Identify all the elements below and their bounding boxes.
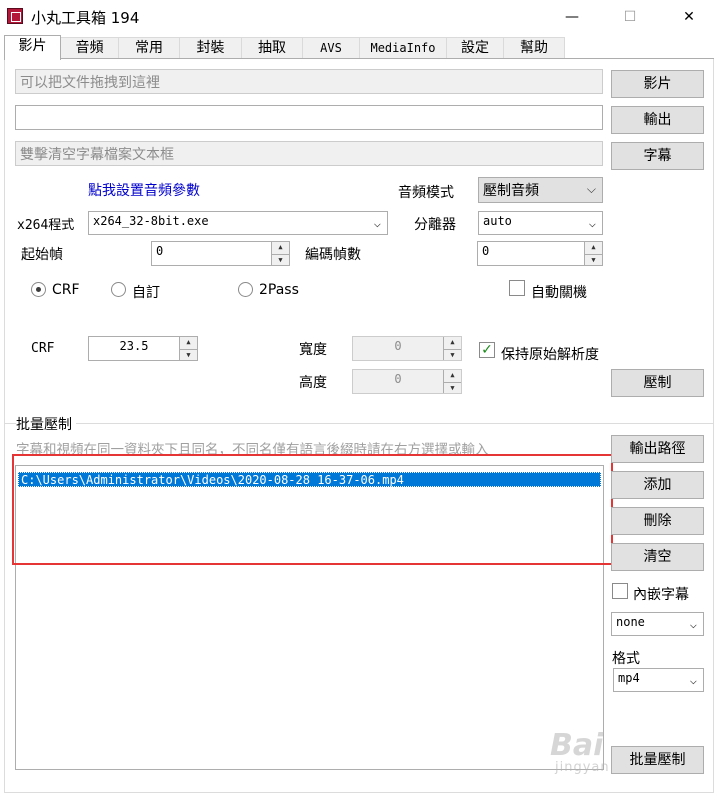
auto-shutdown-label: 自動關機 bbox=[531, 285, 587, 301]
chevron-down-icon: ⌵ bbox=[588, 216, 596, 230]
tab-video[interactable]: 影片 bbox=[4, 35, 61, 60]
splitter-select[interactable]: auto ⌵ bbox=[478, 211, 603, 235]
arrow-up-icon[interactable]: ▲ bbox=[444, 337, 461, 350]
tab-help[interactable]: 幫助 bbox=[503, 37, 565, 59]
height-label: 高度 bbox=[299, 375, 327, 391]
audio-settings-link[interactable]: 點我設置音頻參數 bbox=[88, 180, 200, 200]
clear-button[interactable]: 清空 bbox=[611, 543, 704, 571]
delete-button[interactable]: 刪除 bbox=[611, 507, 704, 535]
splitter-value: auto bbox=[483, 214, 512, 228]
close-button[interactable]: ✕ bbox=[659, 0, 719, 34]
width-label: 寬度 bbox=[299, 342, 327, 358]
format-label: 格式 bbox=[612, 651, 640, 667]
video-input-field[interactable]: 可以把文件拖拽到這裡 bbox=[15, 69, 603, 94]
chevron-down-icon: ⌵ bbox=[586, 182, 596, 196]
stepper-buttons[interactable]: ▲ ▼ bbox=[179, 337, 197, 360]
highlight-frame bbox=[12, 454, 613, 565]
chevron-down-icon: ⌵ bbox=[689, 617, 697, 631]
batch-group-label: 批量壓制 bbox=[16, 414, 76, 434]
crf-stepper[interactable]: 23.5 ▲ ▼ bbox=[88, 336, 198, 361]
tab-settings[interactable]: 設定 bbox=[446, 37, 504, 59]
audio-mode-label: 音頻模式 bbox=[398, 185, 454, 201]
title-bar: 小丸工具箱 194 — ☐ ✕ bbox=[0, 0, 719, 34]
format-select[interactable]: mp4 ⌵ bbox=[613, 668, 704, 692]
x264-value: x264_32-8bit.exe bbox=[93, 214, 209, 228]
stepper-buttons[interactable]: ▲ ▼ bbox=[443, 370, 461, 393]
radio-custom[interactable] bbox=[111, 282, 126, 297]
output-input-field[interactable] bbox=[15, 105, 603, 130]
tab-bar: 影片 音頻 常用 封裝 抽取 AVS MediaInfo 設定 幫助 bbox=[0, 35, 719, 60]
arrow-down-icon[interactable]: ▼ bbox=[585, 255, 602, 267]
auto-shutdown-checkbox[interactable] bbox=[509, 280, 525, 296]
radio-2pass-label: 2Pass bbox=[259, 282, 299, 298]
x264-label: x264程式 bbox=[17, 218, 75, 233]
window-title: 小丸工具箱 194 bbox=[31, 9, 140, 27]
watermark: Bai bbox=[550, 728, 604, 763]
output-button[interactable]: 輸出 bbox=[611, 106, 704, 134]
chevron-down-icon: ⌵ bbox=[373, 216, 381, 230]
close-icon: ✕ bbox=[683, 9, 695, 25]
crf-value: 23.5 bbox=[119, 339, 149, 353]
height-value: 0 bbox=[394, 372, 402, 386]
splitter-label: 分離器 bbox=[414, 217, 456, 233]
width-value: 0 bbox=[394, 339, 402, 353]
width-stepper[interactable]: 0 ▲ ▼ bbox=[352, 336, 462, 361]
stepper-buttons[interactable]: ▲ ▼ bbox=[443, 337, 461, 360]
audio-mode-select[interactable]: 壓制音頻 ⌵ bbox=[478, 177, 603, 203]
arrow-down-icon[interactable]: ▼ bbox=[272, 255, 289, 267]
start-frame-label: 起始幀 bbox=[21, 247, 63, 263]
embed-subtitle-label: 內嵌字幕 bbox=[633, 587, 689, 603]
stepper-buttons[interactable]: ▲ ▼ bbox=[584, 242, 602, 265]
arrow-up-icon[interactable]: ▲ bbox=[585, 242, 602, 255]
arrow-up-icon[interactable]: ▲ bbox=[444, 370, 461, 383]
batch-group-line bbox=[4, 423, 714, 424]
radio-custom-label: 自訂 bbox=[132, 285, 160, 301]
start-frame-stepper[interactable]: 0 ▲ ▼ bbox=[151, 241, 290, 266]
video-button[interactable]: 影片 bbox=[611, 70, 704, 98]
batch-encode-button[interactable]: 批量壓制 bbox=[611, 746, 704, 774]
add-button[interactable]: 添加 bbox=[611, 471, 704, 499]
height-stepper[interactable]: 0 ▲ ▼ bbox=[352, 369, 462, 394]
encode-frames-stepper[interactable]: 0 ▲ ▼ bbox=[477, 241, 603, 266]
minimize-button[interactable]: — bbox=[542, 0, 602, 34]
tab-mediainfo[interactable]: MediaInfo bbox=[359, 37, 447, 59]
tab-common[interactable]: 常用 bbox=[118, 37, 180, 59]
watermark-sub: jingyan bbox=[555, 760, 610, 775]
output-path-button[interactable]: 輸出路徑 bbox=[611, 435, 704, 463]
minimize-icon: — bbox=[565, 9, 579, 25]
encode-frames-label: 編碼幀數 bbox=[305, 247, 361, 263]
arrow-down-icon[interactable]: ▼ bbox=[180, 350, 197, 362]
chevron-down-icon: ⌵ bbox=[689, 673, 697, 687]
subtitle-lang-value: none bbox=[616, 615, 645, 629]
arrow-up-icon[interactable]: ▲ bbox=[180, 337, 197, 350]
start-frame-value: 0 bbox=[156, 244, 164, 258]
app-icon bbox=[7, 8, 23, 24]
encode-frames-value: 0 bbox=[482, 244, 490, 258]
x264-select[interactable]: x264_32-8bit.exe ⌵ bbox=[88, 211, 388, 235]
subtitle-input-field[interactable]: 雙擊清空字幕檔案文本框 bbox=[15, 141, 603, 166]
stepper-buttons[interactable]: ▲ ▼ bbox=[271, 242, 289, 265]
subtitle-button[interactable]: 字幕 bbox=[611, 142, 704, 170]
tab-audio[interactable]: 音頻 bbox=[60, 37, 119, 59]
arrow-down-icon[interactable]: ▼ bbox=[444, 383, 461, 395]
radio-2pass[interactable] bbox=[238, 282, 253, 297]
format-value: mp4 bbox=[618, 671, 640, 685]
maximize-icon: ☐ bbox=[623, 9, 637, 25]
radio-crf[interactable] bbox=[31, 282, 46, 297]
crf-label: CRF bbox=[31, 341, 55, 356]
radio-crf-label: CRF bbox=[52, 282, 80, 298]
maximize-button[interactable]: ☐ bbox=[600, 0, 660, 34]
audio-mode-value: 壓制音頻 bbox=[483, 183, 539, 199]
tab-extract[interactable]: 抽取 bbox=[241, 37, 303, 59]
tab-avs[interactable]: AVS bbox=[302, 37, 360, 59]
arrow-up-icon[interactable]: ▲ bbox=[272, 242, 289, 255]
arrow-down-icon[interactable]: ▼ bbox=[444, 350, 461, 362]
keep-resolution-checkbox[interactable]: ✓ bbox=[479, 342, 495, 358]
embed-subtitle-checkbox[interactable] bbox=[612, 583, 628, 599]
tab-mux[interactable]: 封裝 bbox=[179, 37, 242, 59]
subtitle-lang-select[interactable]: none ⌵ bbox=[611, 612, 704, 636]
encode-button[interactable]: 壓制 bbox=[611, 369, 704, 397]
keep-resolution-label: 保持原始解析度 bbox=[501, 347, 599, 363]
